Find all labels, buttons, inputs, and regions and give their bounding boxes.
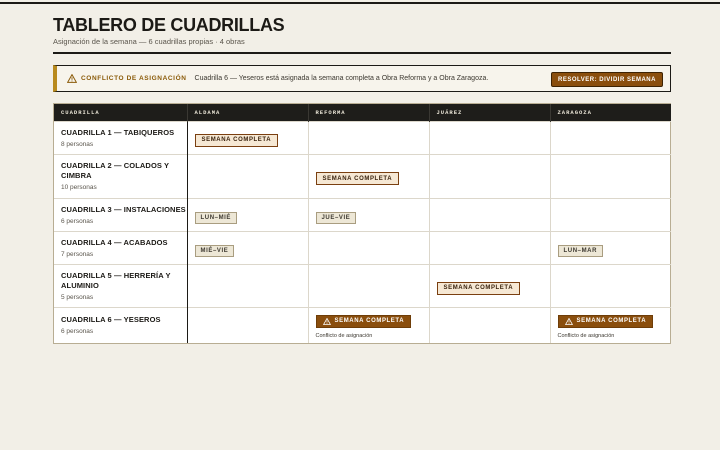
crew-cell: CUADRILLA 6 — YESEROS 6 personas [54,306,188,343]
assignment-cell-reforma[interactable] [308,230,430,264]
crew-name: CUADRILLA 4 — ACABADOS [61,237,168,247]
assignment-chip-label: SEMANA COMPLETA [576,318,647,325]
crew-size: 10 personas [61,184,97,191]
table-row: CUADRILLA 5 — HERRERÍA Y ALUMINIO 5 pers… [54,263,671,307]
assignment-chip-full-week[interactable]: SEMANA COMPLETA [436,281,521,295]
crew-size: 6 personas [61,217,94,225]
assignment-cell-aldama[interactable]: MIÉ–VIE [187,230,309,264]
assignment-cell-juarez[interactable] [429,197,551,231]
assignment-table: CUADRILLA ALDAMA REFORMA JUÁREZ ZARAGOZA… [54,104,671,343]
table-row: CUADRILLA 4 — ACABADOS 7 personas MIÉ–VI… [54,230,671,264]
assignment-cell-juarez[interactable] [429,230,551,264]
header-divider [53,52,671,54]
assignment-cell-zaragoza[interactable]: SEMANA COMPLETA Conflicto de asignación [550,306,671,343]
page-title: TABLERO DE CUADRILLAS [53,15,285,35]
warning-triangle-icon [322,317,331,325]
assignment-cell-juarez[interactable]: SEMANA COMPLETA [429,263,551,307]
assignment-cell-zaragoza[interactable] [550,153,671,198]
assignment-chip-partial[interactable]: MIÉ–VIE [194,244,235,257]
page-header: TABLERO DE CUADRILLAS Asignación de la s… [53,15,671,46]
page-subtitle: Asignación de la semana — 6 cuadrillas p… [53,37,245,46]
crew-name: CUADRILLA 6 — YESEROS [61,315,161,325]
conflict-note: Conflicto de asignación [557,332,615,339]
crew-name: CUADRILLA 5 — HERRERÍA Y ALUMINIO [61,270,171,290]
warning-triangle-icon [67,74,77,83]
assignment-cell-juarez[interactable] [429,153,551,198]
table-row: CUADRILLA 6 — YESEROS 6 personas SEMANA … [54,306,671,343]
assignment-cell-reforma[interactable] [308,263,430,307]
assignment-cell-juarez[interactable] [429,306,551,343]
crew-assignment-grid: CUADRILLA ALDAMA REFORMA JUÁREZ ZARAGOZA… [53,103,671,344]
crew-cell: CUADRILLA 5 — HERRERÍA Y ALUMINIO 5 pers… [54,263,188,307]
alert-message: Cuadrilla 6 — Yeseros está asignada la s… [194,75,489,82]
alert-title: CONFLICTO DE ASIGNACIÓN [81,75,187,82]
crew-size: 6 personas [61,328,94,336]
assignment-cell-reforma[interactable]: SEMANA COMPLETA [308,153,430,198]
crew-cell: CUADRILLA 3 — INSTALACIONES 6 personas [54,197,188,231]
table-header-row: CUADRILLA ALDAMA REFORMA JUÁREZ ZARAGOZA [54,104,671,121]
assignment-chip-label: SEMANA COMPLETA [334,318,405,325]
table-row: CUADRILLA 1 — TABIQUEROS 8 personas SEMA… [54,120,671,154]
column-header-zaragoza: ZARAGOZA [550,104,671,121]
assignment-chip-conflict[interactable]: SEMANA COMPLETA [557,314,654,328]
assignment-cell-reforma[interactable]: JUE–VIE [308,197,430,231]
assignment-chip-conflict[interactable]: SEMANA COMPLETA [315,314,412,328]
assignment-cell-zaragoza[interactable] [550,120,671,154]
crew-cell: CUADRILLA 2 — COLADOS Y CIMBRA 10 person… [54,153,188,198]
warning-triangle-icon [564,317,573,325]
assignment-cell-zaragoza[interactable] [550,263,671,307]
column-header-juarez: JUÁREZ [429,104,551,121]
assignment-chip-full-week[interactable]: SEMANA COMPLETA [194,133,279,147]
assignment-cell-aldama[interactable] [187,263,309,307]
conflict-note: Conflicto de asignación [315,332,373,339]
crew-name: CUADRILLA 1 — TABIQUEROS [61,127,175,137]
column-header-aldama: ALDAMA [187,104,309,121]
crew-size: 7 personas [61,250,94,258]
crew-name: CUADRILLA 3 — INSTALACIONES [61,204,186,214]
assignment-cell-juarez[interactable] [429,120,551,154]
assignment-cell-reforma[interactable]: SEMANA COMPLETA Conflicto de asignación [308,306,430,343]
crew-cell: CUADRILLA 1 — TABIQUEROS 8 personas [54,120,188,154]
column-header-cuadrilla: CUADRILLA [54,104,188,121]
table-row: CUADRILLA 2 — COLADOS Y CIMBRA 10 person… [54,153,671,198]
assignment-cell-reforma[interactable] [308,120,430,154]
assignment-chip-partial[interactable]: JUE–VIE [315,211,357,224]
top-rule [0,2,720,4]
column-header-reforma: REFORMA [308,104,430,121]
assignment-chip-partial[interactable]: LUN–MAR [557,244,604,257]
assignment-chip-partial[interactable]: LUN–MIÉ [194,211,238,224]
conflict-alert: CONFLICTO DE ASIGNACIÓN Cuadrilla 6 — Ye… [53,65,671,92]
crew-size: 5 personas [61,293,94,301]
assignment-cell-zaragoza[interactable]: LUN–MAR [550,230,671,264]
assignment-cell-aldama[interactable] [187,306,309,343]
assignment-cell-zaragoza[interactable] [550,197,671,231]
crew-cell: CUADRILLA 4 — ACABADOS 7 personas [54,230,188,264]
assignment-cell-aldama[interactable] [187,153,309,198]
crew-name: CUADRILLA 2 — COLADOS Y CIMBRA [61,161,170,180]
assignment-cell-aldama[interactable]: SEMANA COMPLETA [187,120,309,154]
assignment-cell-aldama[interactable]: LUN–MIÉ [187,197,309,231]
table-row: CUADRILLA 3 — INSTALACIONES 6 personas L… [54,197,671,231]
resolve-split-week-button[interactable]: RESOLVER: DIVIDIR SEMANA [551,72,663,87]
assignment-chip-full-week[interactable]: SEMANA COMPLETA [315,172,400,186]
crew-size: 8 personas [61,140,94,148]
